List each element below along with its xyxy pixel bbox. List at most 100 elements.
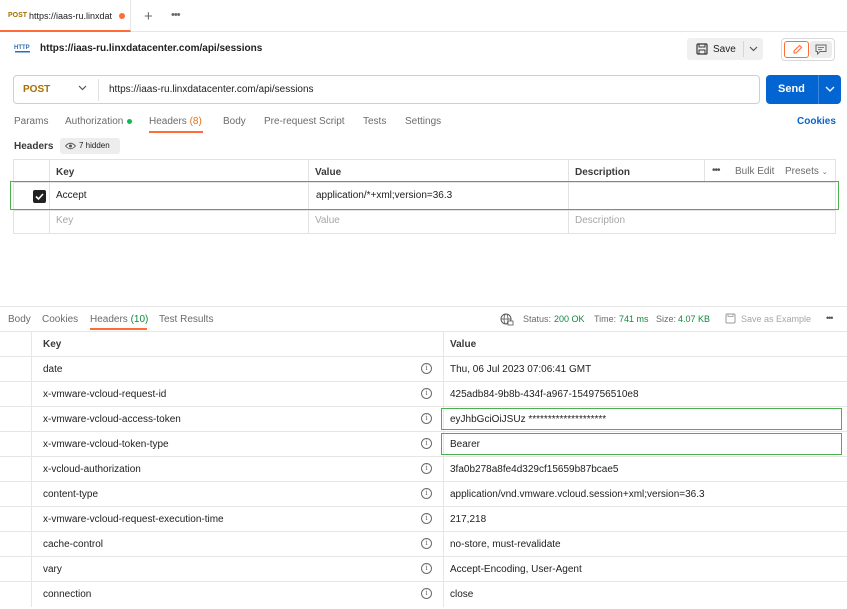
- resp-tab-test-results[interactable]: Test Results: [159, 314, 213, 325]
- tab-bar: POST https://iaas-ru.linxdat + •••: [0, 0, 847, 32]
- response-header-key: x-vmware-vcloud-request-execution-time: [43, 514, 224, 525]
- col-key-header: Key: [56, 167, 75, 178]
- tab-settings[interactable]: Settings: [405, 116, 441, 127]
- more-tabs-icon[interactable]: •••: [171, 9, 181, 21]
- bulk-edit-button[interactable]: Bulk Edit: [735, 166, 774, 177]
- tab-params[interactable]: Params: [14, 116, 48, 127]
- size-value[interactable]: 4.07 KB: [678, 314, 710, 324]
- send-separator: [818, 75, 819, 104]
- response-header-value: Accept-Encoding, User-Agent: [450, 564, 582, 575]
- comments-button[interactable]: [810, 41, 832, 58]
- url-input[interactable]: https://iaas-ru.linxdatacenter.com/api/s…: [109, 84, 314, 95]
- send-options-chevron-icon[interactable]: [825, 86, 835, 93]
- table-row: connection i close: [0, 581, 847, 607]
- resp-tab-cookies[interactable]: Cookies: [42, 314, 78, 325]
- request-tab[interactable]: POST https://iaas-ru.linxdat: [0, 0, 131, 32]
- edit-mode-button[interactable]: [784, 41, 809, 58]
- table-row: x-vmware-vcloud-token-type i Bearer: [0, 431, 847, 457]
- table-row: date i Thu, 06 Jul 2023 07:06:41 GMT: [0, 356, 847, 382]
- hidden-headers-count: 7 hidden: [79, 141, 110, 150]
- info-icon[interactable]: i: [421, 463, 432, 474]
- col-divider: [31, 432, 32, 457]
- info-icon[interactable]: i: [421, 363, 432, 374]
- col-divider: [31, 582, 32, 607]
- info-icon[interactable]: i: [421, 388, 432, 399]
- info-icon[interactable]: i: [421, 488, 432, 499]
- save-as-example-button[interactable]: Save as Example: [741, 314, 811, 324]
- method-chevron-down-icon[interactable]: [78, 85, 87, 91]
- col-divider: [31, 507, 32, 532]
- response-header-value: 3fa0b278a8fe4d329cf15659b87bcae5: [450, 464, 619, 475]
- response-header-value: close: [450, 589, 474, 600]
- header-value-cell[interactable]: application/*+xml;version=36.3: [316, 190, 452, 201]
- request-url-bar: POST https://iaas-ru.linxdatacenter.com/…: [13, 75, 760, 104]
- row-divider: [14, 210, 835, 211]
- new-description-input[interactable]: Description: [575, 215, 625, 226]
- info-icon[interactable]: i: [421, 438, 432, 449]
- tab-headers[interactable]: Headers (8): [149, 116, 202, 127]
- response-header-key: x-vmware-vcloud-request-id: [43, 389, 167, 400]
- tab-body[interactable]: Body: [223, 116, 246, 127]
- table-row: content-type i application/vnd.vmware.vc…: [0, 481, 847, 507]
- response-header-value: no-store, must-revalidate: [450, 539, 561, 550]
- chevron-down-icon[interactable]: [749, 46, 758, 52]
- response-header-key: vary: [43, 564, 62, 575]
- save-button[interactable]: Save: [687, 38, 763, 60]
- resp-tab-headers[interactable]: Headers (10): [90, 314, 148, 325]
- time-label: Time:: [594, 314, 617, 324]
- method-separator: [98, 79, 99, 101]
- info-icon[interactable]: i: [421, 563, 432, 574]
- cookies-link[interactable]: Cookies: [797, 116, 836, 127]
- response-divider: [0, 306, 847, 307]
- new-value-input[interactable]: Value: [315, 215, 340, 226]
- response-header-key: x-vcloud-authorization: [43, 464, 141, 475]
- response-header-value: 217,218: [450, 514, 487, 525]
- info-icon[interactable]: i: [421, 538, 432, 549]
- row-enabled-checkbox[interactable]: [33, 190, 46, 203]
- size-label: Size:: [656, 314, 677, 324]
- new-key-input[interactable]: Key: [56, 215, 73, 226]
- table-row: x-vmware-vcloud-access-token i eyJhbGciO…: [0, 406, 847, 432]
- request-name-title[interactable]: https://iaas-ru.linxdatacenter.com/api/s…: [40, 43, 262, 54]
- tab-authorization[interactable]: Authorization: [65, 116, 133, 127]
- time-value[interactable]: 741 ms: [619, 314, 649, 324]
- response-header-value: Bearer: [450, 439, 481, 450]
- hidden-headers-toggle[interactable]: 7 hidden: [60, 138, 120, 154]
- more-options-icon[interactable]: •••: [712, 165, 720, 176]
- col-divider: [443, 457, 444, 482]
- info-icon[interactable]: i: [421, 588, 432, 599]
- table-row: x-vcloud-authorization i 3fa0b278a8fe4d3…: [0, 456, 847, 482]
- view-mode-toggle[interactable]: [781, 38, 835, 61]
- resp-tab-body[interactable]: Body: [8, 314, 31, 325]
- info-icon[interactable]: i: [421, 413, 432, 424]
- save-separator: [743, 41, 744, 57]
- request-tab-title: https://iaas-ru.linxdat: [29, 11, 113, 21]
- response-header-value: Thu, 06 Jul 2023 07:06:41 GMT: [450, 364, 592, 375]
- request-tab-method: POST: [8, 12, 28, 19]
- col-divider: [31, 332, 32, 357]
- tab-headers-label: Headers: [149, 116, 187, 127]
- col-divider: [443, 507, 444, 532]
- new-tab-plus-icon[interactable]: +: [144, 8, 153, 25]
- active-tab-indicator: [149, 131, 203, 133]
- save-icon: [696, 43, 708, 55]
- save-label: Save: [713, 44, 736, 55]
- send-button[interactable]: Send: [766, 75, 841, 104]
- col-divider: [443, 357, 444, 382]
- eye-icon: [65, 142, 76, 150]
- header-key-cell[interactable]: Accept: [56, 190, 87, 201]
- tab-tests[interactable]: Tests: [363, 116, 386, 127]
- checkmark-icon: [35, 193, 44, 201]
- status-value[interactable]: 200 OK: [554, 314, 585, 324]
- col-divider: [443, 532, 444, 557]
- globe-network-icon[interactable]: [500, 313, 514, 326]
- pencil-icon: [793, 44, 803, 54]
- col-divider: [443, 582, 444, 607]
- info-icon[interactable]: i: [421, 513, 432, 524]
- method-select[interactable]: POST: [23, 84, 50, 95]
- response-more-icon[interactable]: •••: [826, 313, 834, 323]
- col-divider: [443, 382, 444, 407]
- presets-dropdown[interactable]: Presets ⌄: [785, 166, 828, 177]
- send-label: Send: [778, 83, 805, 95]
- tab-pre-request-script[interactable]: Pre-request Script: [264, 116, 345, 127]
